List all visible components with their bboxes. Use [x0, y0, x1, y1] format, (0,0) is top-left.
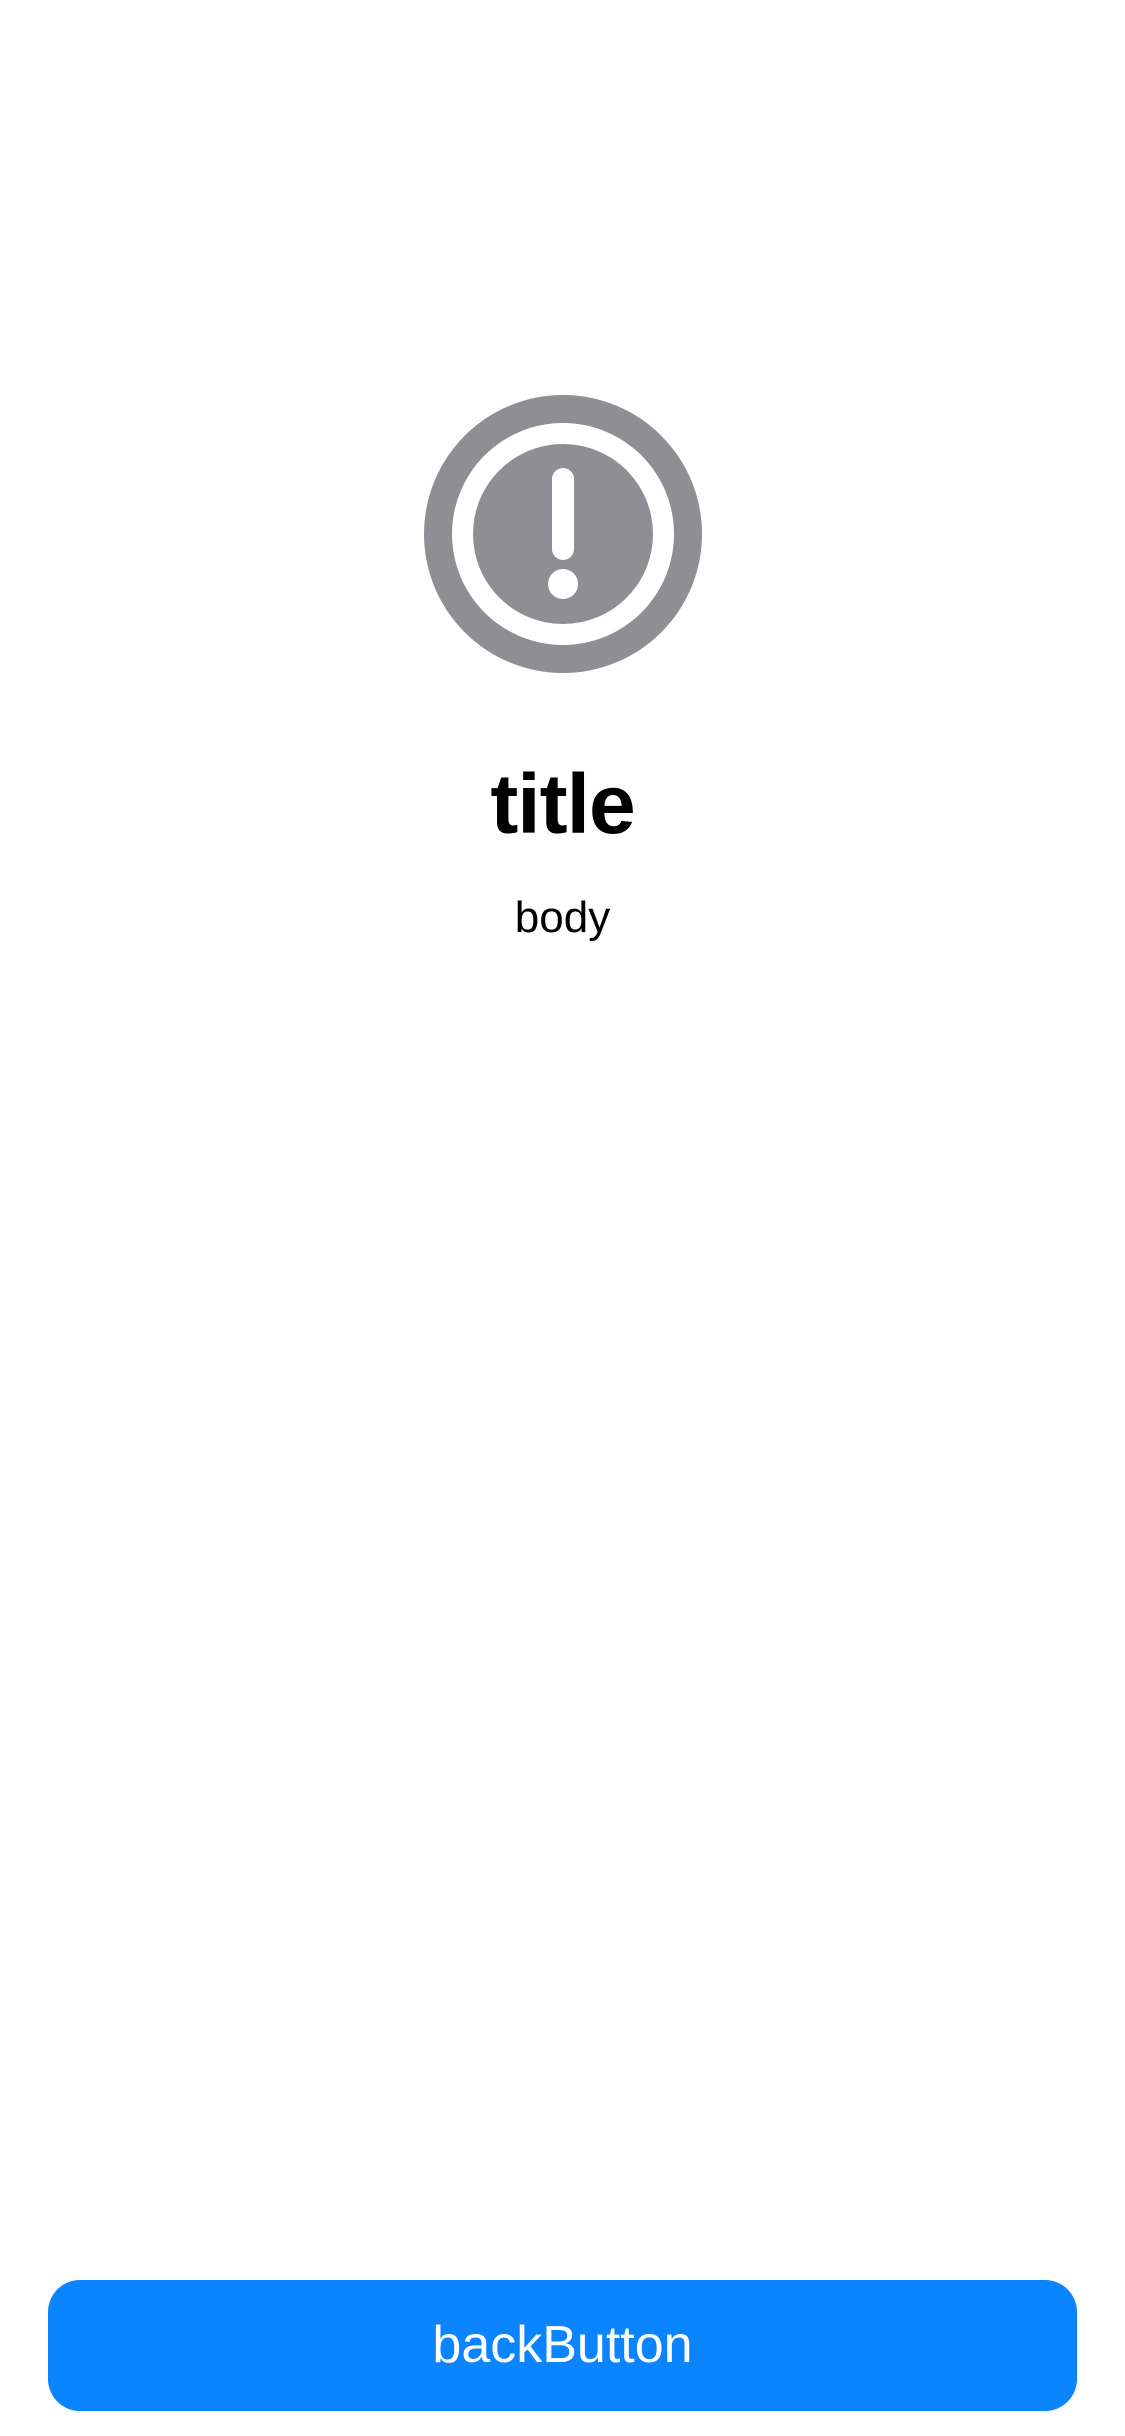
back-button[interactable]: backButton: [48, 2280, 1077, 2411]
error-screen: title body backButton: [0, 0, 1125, 2436]
body-text: body: [514, 893, 611, 942]
page-title: title: [490, 757, 635, 851]
exclamation-circle-icon: [424, 395, 702, 673]
